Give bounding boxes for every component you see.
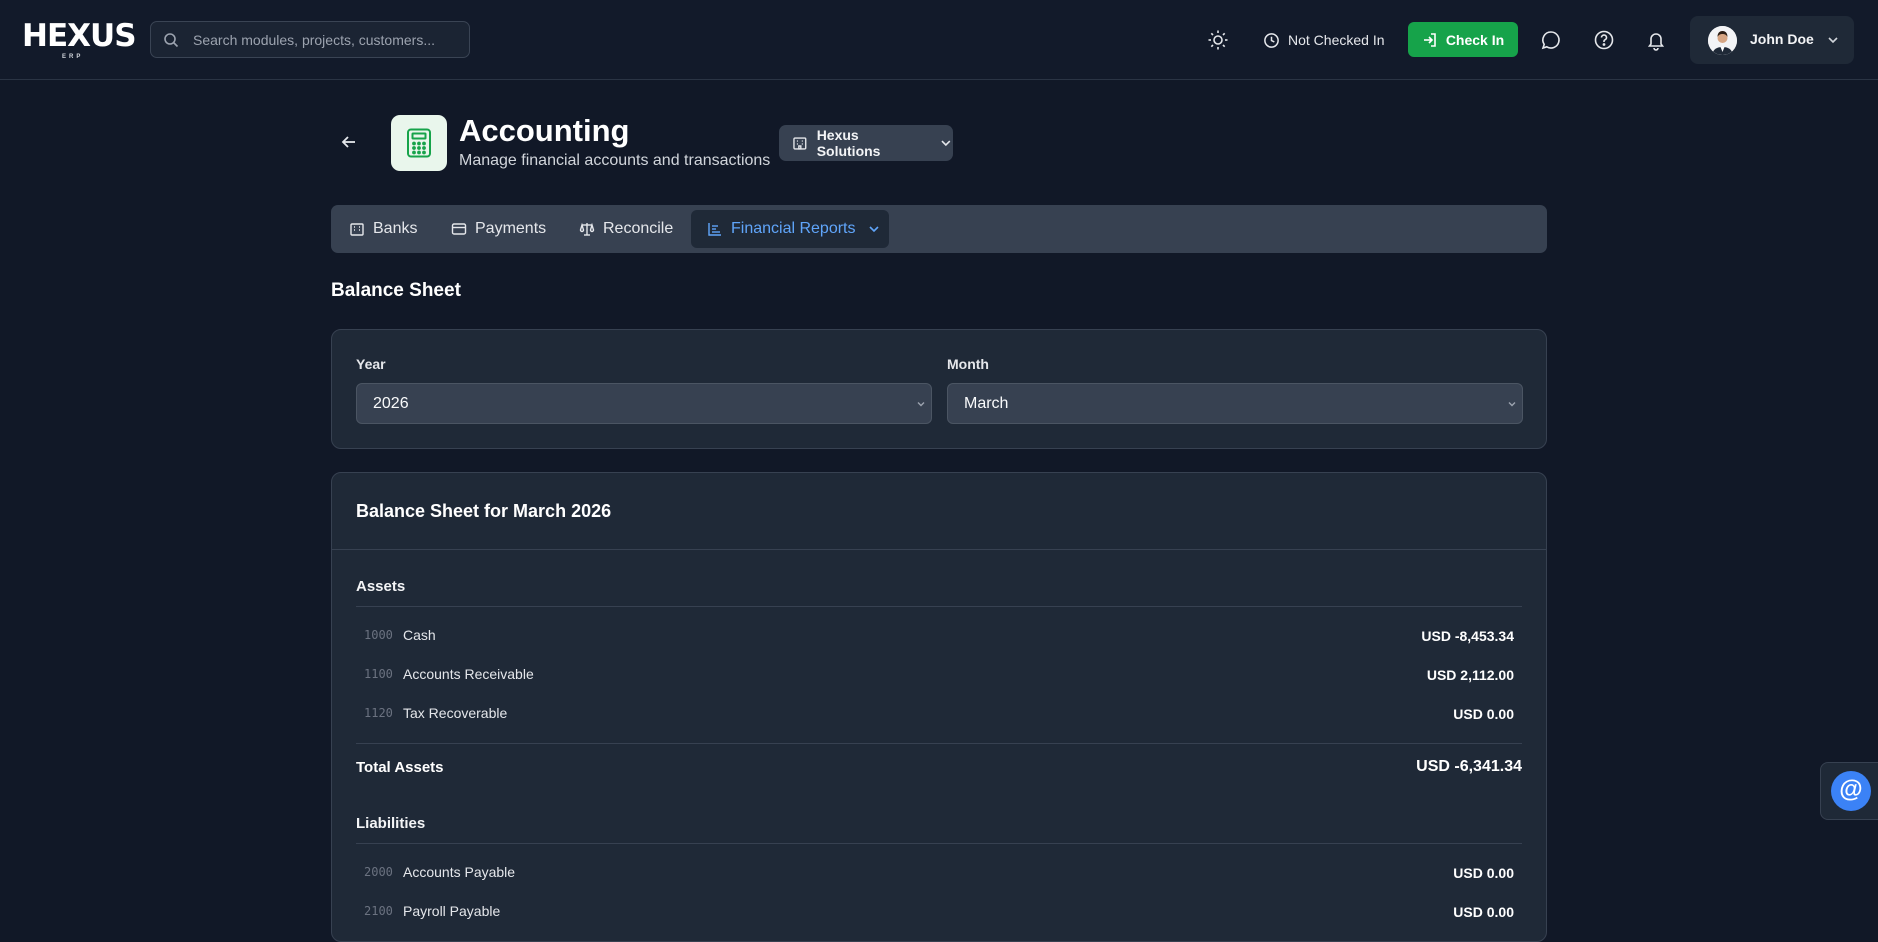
at-icon: @	[1839, 776, 1863, 803]
search-icon	[164, 33, 179, 48]
accounting-tabs: Banks Payments Reconcile Financial Repor…	[331, 205, 1547, 253]
help-icon[interactable]	[1593, 29, 1615, 51]
login-icon	[1423, 32, 1436, 47]
tab-banks-label: Banks	[373, 220, 418, 237]
chart-icon	[708, 223, 721, 236]
account-name: Accounts Receivable	[403, 666, 534, 682]
scale-icon	[579, 222, 595, 236]
table-row: 2100 Payroll Payable USD 0.00	[356, 900, 1522, 924]
clock-icon	[1264, 32, 1279, 48]
page-subtitle: Manage financial accounts and transactio…	[459, 152, 771, 169]
balance-sheet-card: Balance Sheet for March 2026 Assets 1000…	[331, 472, 1547, 942]
account-amount: USD -8,453.34	[1421, 628, 1514, 644]
account-name: Payroll Payable	[403, 903, 501, 919]
assets-title: Assets	[356, 578, 406, 595]
top-bar: HEXUS ERP Not Checked In Check In	[0, 0, 1878, 80]
report-title: Balance Sheet for March 2026	[356, 501, 612, 521]
liabilities-title: Liabilities	[356, 815, 426, 832]
calculator-icon	[407, 128, 431, 158]
check-in-button[interactable]: Check In	[1408, 22, 1518, 57]
divider	[356, 606, 1522, 607]
account-amount: USD 0.00	[1453, 904, 1514, 920]
user-menu[interactable]: John Doe	[1690, 16, 1854, 64]
check-in-label: Check In	[1445, 31, 1505, 48]
tab-reconcile[interactable]: Reconcile	[579, 210, 704, 248]
check-in-status: Not Checked In	[1263, 29, 1385, 51]
tab-financial-reports-label: Financial Reports	[731, 220, 856, 237]
mention-button[interactable]: @	[1831, 771, 1871, 811]
tab-reconcile-label: Reconcile	[603, 220, 674, 237]
account-amount: USD 2,112.00	[1426, 667, 1514, 683]
month-label: Month	[947, 356, 989, 372]
account-code: 2000	[364, 865, 393, 879]
account-name: Tax Recoverable	[403, 705, 508, 721]
floating-contact-tab: @	[1820, 762, 1878, 820]
table-row: 1120 Tax Recoverable USD 0.00	[356, 702, 1522, 726]
table-row: 1100 Accounts Receivable USD 2,112.00	[356, 663, 1522, 687]
month-value: March	[964, 395, 1009, 412]
hexus-logo[interactable]: HEXUS ERP	[22, 16, 137, 60]
month-select[interactable]: March	[947, 383, 1523, 424]
account-amount: USD 0.00	[1453, 865, 1514, 881]
divider	[356, 843, 1522, 844]
card-icon	[451, 223, 467, 235]
back-arrow-icon[interactable]	[339, 132, 359, 152]
account-code: 2100	[364, 904, 393, 918]
chat-icon[interactable]	[1540, 29, 1562, 51]
chevron-down-icon	[1508, 402, 1516, 407]
year-select[interactable]: 2026	[356, 383, 932, 424]
bank-icon	[350, 223, 364, 236]
bell-icon[interactable]	[1645, 29, 1667, 51]
chevron-down-icon	[917, 402, 925, 407]
divider	[356, 743, 1522, 744]
user-name: John Doe	[1750, 31, 1814, 47]
logo-subtext: ERP	[62, 54, 84, 60]
total-assets-label: Total Assets	[356, 759, 444, 776]
company-selector[interactable]: Hexus Solutions	[779, 125, 953, 161]
account-name: Accounts Payable	[403, 864, 516, 880]
chevron-down-icon	[941, 140, 951, 147]
divider	[332, 549, 1546, 550]
account-code: 1000	[364, 628, 393, 642]
status-text: Not Checked In	[1288, 32, 1385, 48]
table-row: 1000 Cash USD -8,453.34	[356, 624, 1522, 648]
year-value: 2026	[373, 395, 409, 412]
accounting-app-icon	[391, 115, 447, 171]
chevron-down-icon	[1828, 37, 1838, 44]
company-name: Hexus Solutions	[816, 127, 881, 159]
tab-banks[interactable]: Banks	[349, 210, 449, 248]
search-input[interactable]	[191, 22, 461, 57]
account-code: 1120	[364, 706, 393, 720]
account-amount: USD 0.00	[1453, 706, 1514, 722]
page-title: Accounting	[459, 113, 630, 148]
account-name: Cash	[403, 627, 436, 643]
section-title: Balance Sheet	[331, 280, 461, 301]
year-label: Year	[356, 356, 386, 372]
tab-payments-label: Payments	[475, 220, 547, 237]
tab-financial-reports[interactable]: Financial Reports	[691, 210, 889, 248]
building-icon	[793, 137, 807, 150]
tab-payments[interactable]: Payments	[451, 210, 581, 248]
avatar	[1708, 26, 1737, 55]
account-code: 1100	[364, 667, 393, 681]
search-box[interactable]	[150, 21, 470, 58]
sun-icon[interactable]	[1207, 29, 1229, 51]
chevron-down-icon	[868, 226, 879, 233]
table-row: 2000 Accounts Payable USD 0.00	[356, 861, 1522, 885]
total-assets-amount: USD -6,341.34	[1416, 758, 1522, 775]
logo-text: HEXUS	[22, 18, 137, 54]
filter-card: Year 2026 Month March	[331, 329, 1547, 449]
